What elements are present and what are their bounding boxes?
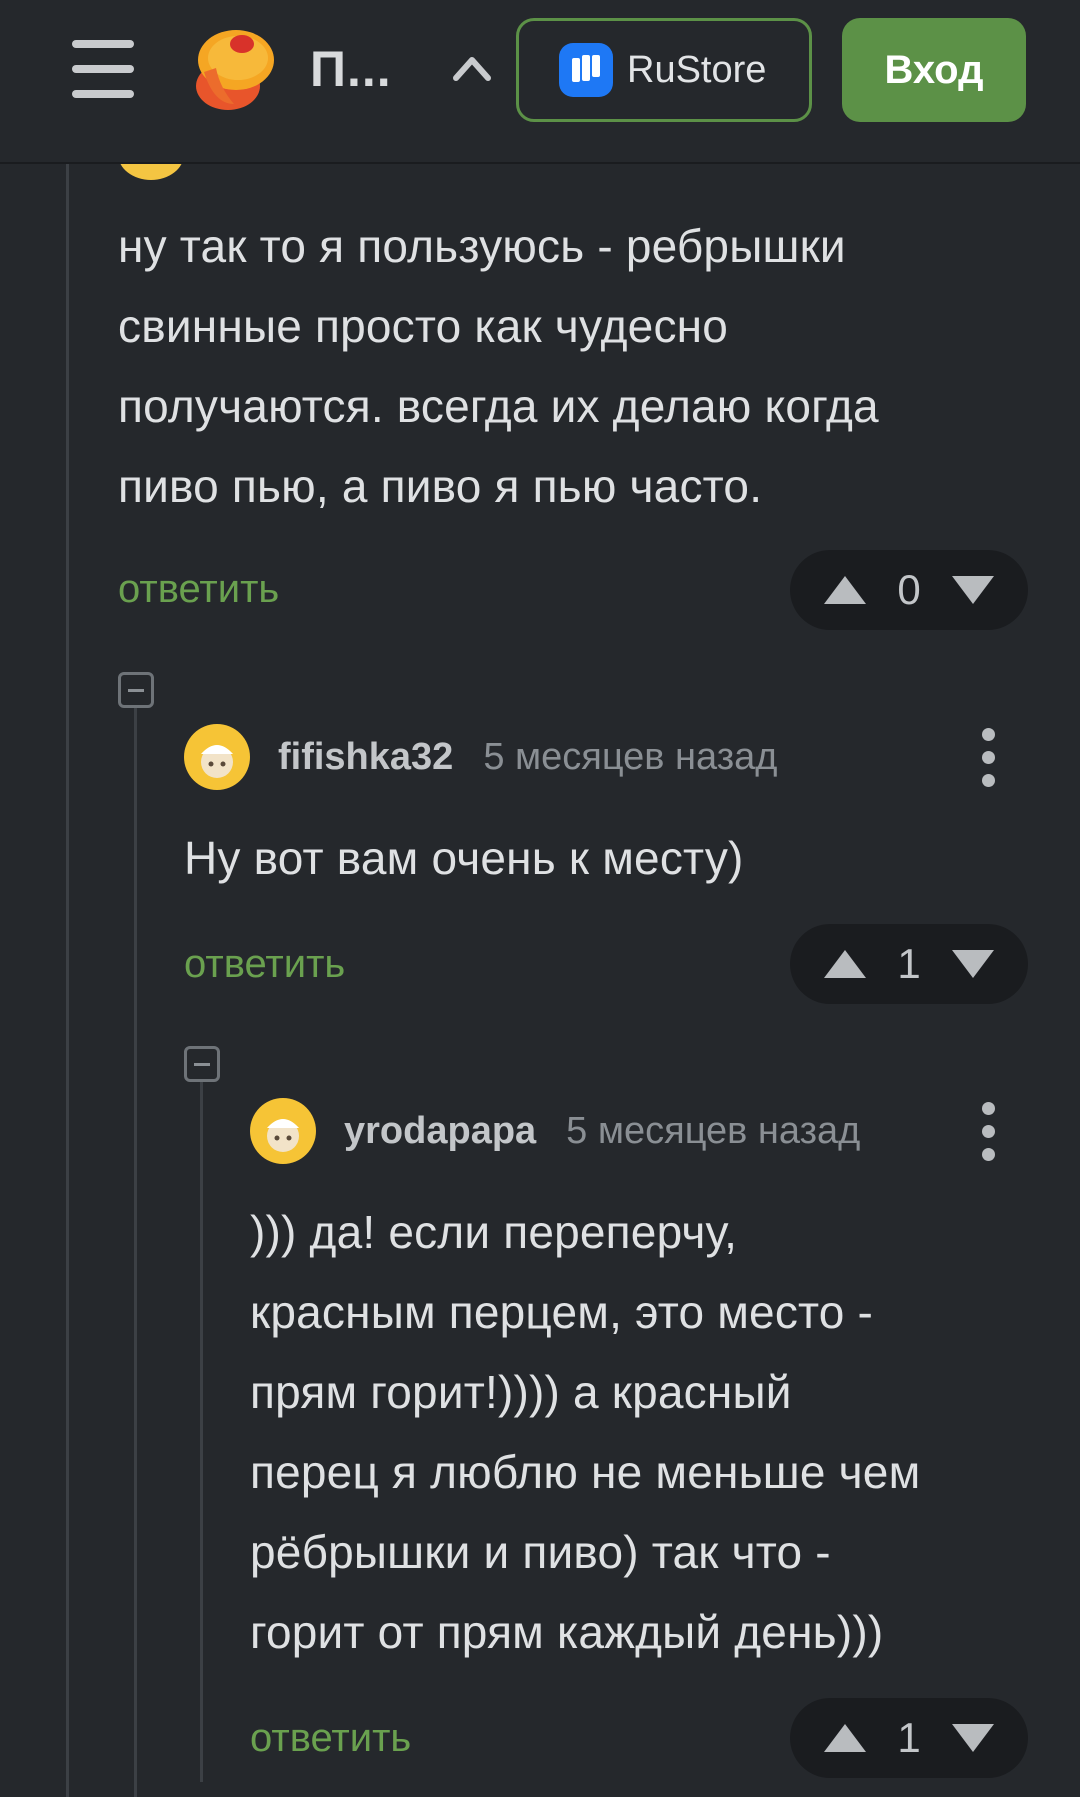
comment-meta: yrodapapa 5 месяцев назад bbox=[250, 1098, 860, 1164]
comment-line: перец я люблю не меньше чем bbox=[250, 1446, 921, 1498]
comment-line: красным перцем, это место - bbox=[250, 1286, 874, 1338]
downvote-icon[interactable] bbox=[950, 1722, 996, 1754]
comment-text: ))) да! если переперчу, красным перцем, … bbox=[250, 1192, 1050, 1672]
comment-text: Ну вот вам очень к месту) bbox=[184, 818, 1044, 898]
downvote-icon[interactable] bbox=[950, 948, 996, 980]
upvote-icon[interactable] bbox=[822, 574, 868, 606]
more-options-icon[interactable] bbox=[979, 728, 999, 788]
vote-widget: 1 bbox=[790, 1698, 1028, 1778]
comment-line: Ну вот вам очень к месту) bbox=[184, 832, 744, 884]
thread-line-level-2 bbox=[200, 1082, 203, 1782]
comment-line: прям горит!)))) а красный bbox=[250, 1366, 792, 1418]
site-title[interactable]: П... bbox=[310, 40, 392, 98]
more-options-icon[interactable] bbox=[979, 1102, 999, 1162]
avatar[interactable] bbox=[250, 1098, 316, 1164]
collapse-thread-button[interactable] bbox=[118, 672, 154, 708]
reply-link[interactable]: ответить bbox=[184, 942, 345, 987]
comment-text: ну так то я пользуюсь - ребрышки свинные… bbox=[118, 206, 1038, 526]
comment-line: рёбрышки и пиво) так что - bbox=[250, 1526, 831, 1578]
collapse-thread-button[interactable] bbox=[184, 1046, 220, 1082]
author-name[interactable]: yrodapapa bbox=[344, 1110, 536, 1153]
top-bar: П... RuStore Вход bbox=[0, 0, 1080, 164]
comment-line: ну так то я пользуюсь - ребрышки bbox=[118, 220, 846, 272]
vote-widget: 1 bbox=[790, 924, 1028, 1004]
rating-count: 0 bbox=[897, 566, 921, 613]
rating-count: 1 bbox=[897, 1714, 921, 1761]
reply-link[interactable]: ответить bbox=[118, 567, 279, 612]
menu-icon[interactable] bbox=[72, 38, 134, 100]
upvote-icon[interactable] bbox=[822, 948, 868, 980]
comment-time[interactable]: 5 месяцев назад bbox=[483, 736, 777, 779]
thread-line-level-0 bbox=[66, 164, 69, 1797]
comment-line: пиво пью, а пиво я пью часто. bbox=[118, 460, 763, 512]
page: ну так то я пользуюсь - ребрышки свинные… bbox=[0, 0, 1080, 1797]
rating-count: 1 bbox=[897, 940, 921, 987]
rustore-label: RuStore bbox=[627, 48, 767, 91]
chevron-up-icon[interactable] bbox=[450, 48, 494, 88]
upvote-icon[interactable] bbox=[822, 1722, 868, 1754]
comment-time[interactable]: 5 месяцев назад bbox=[566, 1110, 860, 1153]
vote-widget: 0 bbox=[790, 550, 1028, 630]
downvote-icon[interactable] bbox=[950, 574, 996, 606]
avatar[interactable] bbox=[184, 724, 250, 790]
rustore-button[interactable]: RuStore bbox=[516, 18, 812, 122]
comment-line: ))) да! если переперчу, bbox=[250, 1206, 738, 1258]
reply-link[interactable]: ответить bbox=[250, 1716, 411, 1761]
comment-line: свинные просто как чудесно bbox=[118, 300, 729, 352]
site-logo[interactable] bbox=[184, 24, 278, 114]
thread-line-level-1 bbox=[134, 708, 137, 1797]
comment-meta: fifishka32 5 месяцев назад bbox=[184, 724, 777, 790]
author-name[interactable]: fifishka32 bbox=[278, 736, 453, 779]
login-button[interactable]: Вход bbox=[842, 18, 1026, 122]
comment-line: получаются. всегда их делаю когда bbox=[118, 380, 879, 432]
comment-line: горит от прям каждый день))) bbox=[250, 1606, 884, 1658]
rustore-icon bbox=[559, 43, 613, 97]
